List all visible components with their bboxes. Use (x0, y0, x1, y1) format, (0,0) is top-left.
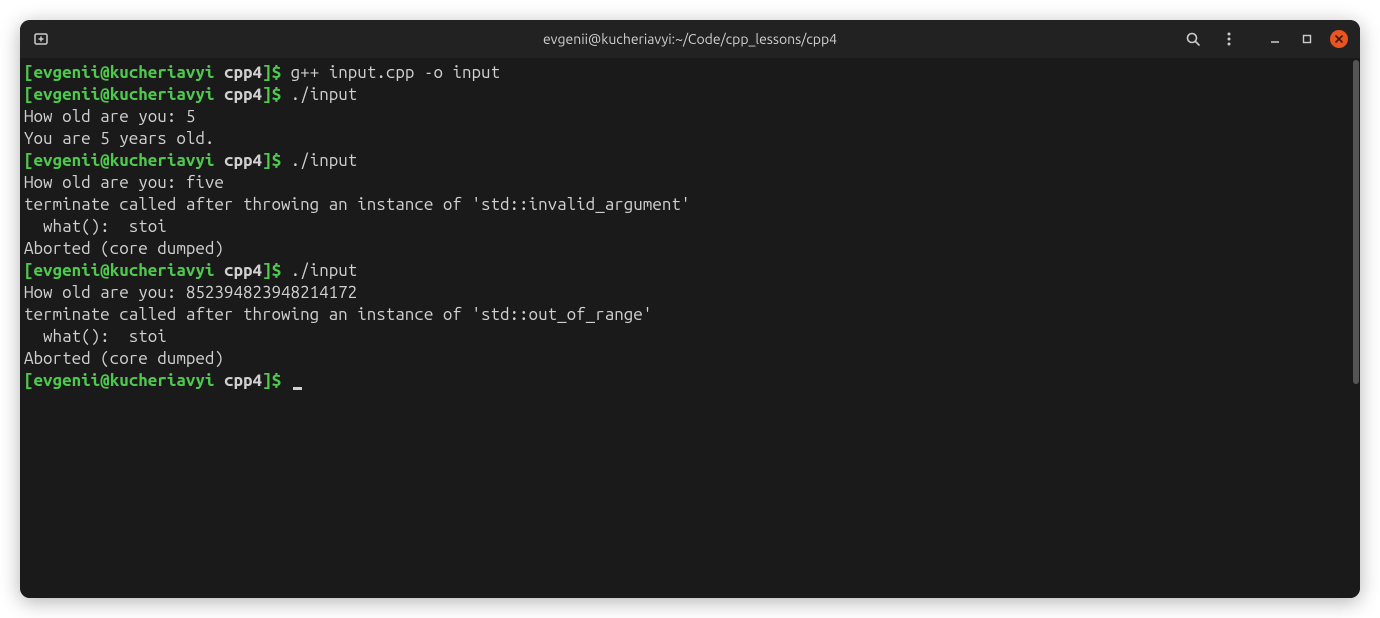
output-line: Aborted (core dumped) (24, 348, 1356, 370)
prompt-host: kucheriavyi (110, 85, 215, 104)
prompt-dollar: $ (272, 85, 282, 104)
output-text: How old are you: five (24, 173, 224, 192)
prompt-at: @ (100, 151, 110, 170)
prompt-dir: cpp4 (224, 261, 262, 280)
new-tab-icon[interactable] (32, 30, 50, 48)
menu-icon[interactable] (1220, 30, 1238, 48)
prompt-at: @ (100, 85, 110, 104)
terminal-content[interactable]: [evgenii@kucheriavyi cpp4]$ g++ input.cp… (24, 62, 1356, 392)
output-line: what(): stoi (24, 326, 1356, 348)
titlebar-right (1184, 30, 1348, 48)
prompt-dollar: $ (272, 371, 282, 390)
output-text: Aborted (core dumped) (24, 239, 224, 258)
prompt-host: kucheriavyi (110, 63, 215, 82)
prompt-at: @ (100, 63, 110, 82)
output-line: terminate called after throwing an insta… (24, 304, 1356, 326)
cursor (293, 387, 302, 390)
search-icon[interactable] (1184, 30, 1202, 48)
output-text: Aborted (core dumped) (24, 349, 224, 368)
window-title: evgenii@kucheriavyi:~/Code/cpp_lessons/c… (543, 31, 837, 47)
prompt-dollar: $ (272, 261, 282, 280)
terminal-window: evgenii@kucheriavyi:~/Code/cpp_lessons/c… (20, 20, 1360, 598)
output-text: How old are you: 5 (24, 107, 195, 126)
output-line: You are 5 years old. (24, 128, 1356, 150)
close-button[interactable] (1330, 30, 1348, 48)
prompt-line: [evgenii@kucheriavyi cpp4]$ ./input (24, 84, 1356, 106)
scrollbar[interactable] (1352, 58, 1360, 598)
prompt-bracket-open: [ (24, 63, 34, 82)
minimize-button[interactable] (1266, 30, 1284, 48)
prompt-line: [evgenii@kucheriavyi cpp4]$ ./input (24, 260, 1356, 282)
command-text: ./input (291, 151, 358, 170)
prompt-dollar: $ (272, 151, 282, 170)
output-text: what(): stoi (24, 327, 167, 346)
prompt-bracket-open: [ (24, 151, 34, 170)
output-line: How old are you: 5 (24, 106, 1356, 128)
output-line: How old are you: 852394823948214172 (24, 282, 1356, 304)
output-line: How old are you: five (24, 172, 1356, 194)
prompt-dir: cpp4 (224, 371, 262, 390)
prompt-line: [evgenii@kucheriavyi cpp4]$ ./input (24, 150, 1356, 172)
prompt-user: evgenii (34, 261, 101, 280)
prompt-bracket-close: ] (262, 151, 272, 170)
prompt-line: [evgenii@kucheriavyi cpp4]$ (24, 370, 1356, 392)
output-text: How old are you: 852394823948214172 (24, 283, 357, 302)
prompt-host: kucheriavyi (110, 371, 215, 390)
output-text: terminate called after throwing an insta… (24, 305, 652, 324)
maximize-button[interactable] (1298, 30, 1316, 48)
output-line: what(): stoi (24, 216, 1356, 238)
prompt-user: evgenii (34, 63, 101, 82)
scrollbar-thumb[interactable] (1353, 60, 1359, 384)
command-text: ./input (291, 85, 358, 104)
output-text: You are 5 years old. (24, 129, 214, 148)
prompt-dir: cpp4 (224, 85, 262, 104)
command-text: ./input (291, 261, 358, 280)
output-text: terminate called after throwing an insta… (24, 195, 690, 214)
titlebar-left (32, 30, 50, 48)
prompt-at: @ (100, 371, 110, 390)
prompt-bracket-open: [ (24, 371, 34, 390)
prompt-bracket-open: [ (24, 261, 34, 280)
command-text: g++ input.cpp -o input (291, 63, 500, 82)
prompt-dir: cpp4 (224, 63, 262, 82)
prompt-bracket-close: ] (262, 371, 272, 390)
prompt-at: @ (100, 261, 110, 280)
prompt-bracket-open: [ (24, 85, 34, 104)
window-controls (1266, 30, 1348, 48)
prompt-user: evgenii (34, 151, 101, 170)
prompt-bracket-close: ] (262, 261, 272, 280)
prompt-dollar: $ (272, 63, 282, 82)
prompt-host: kucheriavyi (110, 261, 215, 280)
output-text: what(): stoi (24, 217, 167, 236)
prompt-host: kucheriavyi (110, 151, 215, 170)
prompt-bracket-close: ] (262, 63, 272, 82)
terminal-body[interactable]: [evgenii@kucheriavyi cpp4]$ g++ input.cp… (20, 58, 1360, 598)
prompt-user: evgenii (34, 85, 101, 104)
prompt-bracket-close: ] (262, 85, 272, 104)
output-line: Aborted (core dumped) (24, 238, 1356, 260)
output-line: terminate called after throwing an insta… (24, 194, 1356, 216)
prompt-line: [evgenii@kucheriavyi cpp4]$ g++ input.cp… (24, 62, 1356, 84)
prompt-user: evgenii (34, 371, 101, 390)
titlebar: evgenii@kucheriavyi:~/Code/cpp_lessons/c… (20, 20, 1360, 58)
prompt-dir: cpp4 (224, 151, 262, 170)
